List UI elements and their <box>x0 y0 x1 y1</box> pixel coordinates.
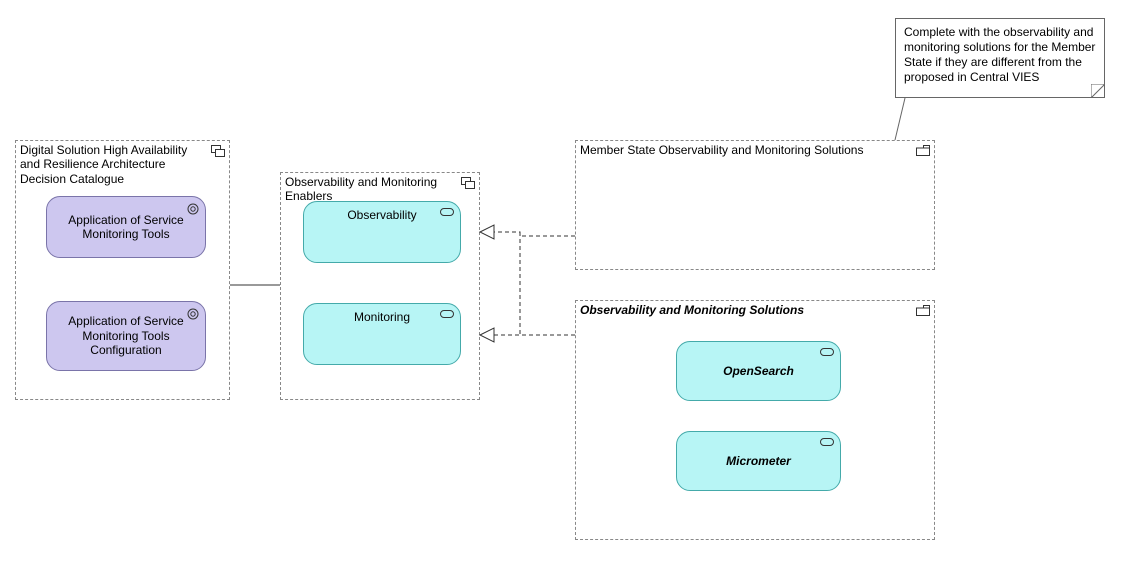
group-catalogue-title: Digital Solution High Availability and R… <box>20 143 209 186</box>
node-opensearch[interactable]: OpenSearch <box>676 341 841 401</box>
node-monitoring[interactable]: Monitoring <box>303 303 461 365</box>
annotation-note: Complete with the observability and moni… <box>895 18 1105 98</box>
nesting-icon <box>461 177 475 189</box>
node-micrometer[interactable]: Micrometer <box>676 431 841 491</box>
capsule-icon <box>440 208 454 216</box>
node-label: Application of Service Monitoring Tools <box>65 213 187 242</box>
group-enablers: Observability and Monitoring Enablers Ob… <box>280 172 480 400</box>
node-label: Application of Service Monitoring Tools … <box>65 314 187 357</box>
group-solutions: Observability and Monitoring Solutions O… <box>575 300 935 540</box>
nesting-icon <box>211 145 225 157</box>
capsule-icon <box>440 310 454 318</box>
target-icon <box>187 308 199 320</box>
group-catalogue: Digital Solution High Availability and R… <box>15 140 230 400</box>
capsule-icon <box>820 348 834 356</box>
node-observability[interactable]: Observability <box>303 201 461 263</box>
group-ms-solutions-title: Member State Observability and Monitorin… <box>580 143 914 157</box>
node-service-monitoring-tools-config[interactable]: Application of Service Monitoring Tools … <box>46 301 206 371</box>
folder-icon <box>916 145 930 156</box>
node-label: Micrometer <box>726 454 791 468</box>
annotation-text: Complete with the observability and moni… <box>904 25 1095 84</box>
node-service-monitoring-tools[interactable]: Application of Service Monitoring Tools <box>46 196 206 258</box>
node-label: OpenSearch <box>723 364 794 378</box>
node-label: Monitoring <box>354 310 410 324</box>
folder-icon <box>916 305 930 316</box>
group-member-state-solutions: Member State Observability and Monitorin… <box>575 140 935 270</box>
target-icon <box>187 203 199 215</box>
group-solutions-title: Observability and Monitoring Solutions <box>580 303 914 317</box>
capsule-icon <box>820 438 834 446</box>
note-fold-icon <box>1091 84 1105 98</box>
node-label: Observability <box>347 208 416 222</box>
group-enablers-title: Observability and Monitoring Enablers <box>285 175 459 204</box>
